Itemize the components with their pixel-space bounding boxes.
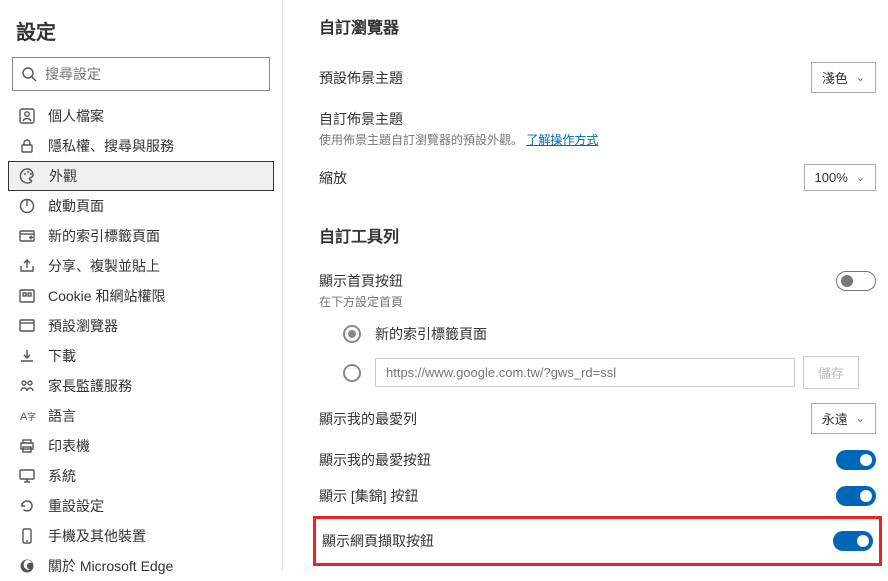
nav-label: 新的索引標籤頁面 xyxy=(48,226,160,246)
sidebar-item-family[interactable]: 家長監護服務 xyxy=(8,371,274,401)
nav-label: 隱私權、搜尋與服務 xyxy=(48,136,174,156)
favorites-bar-label: 顯示我的最愛列 xyxy=(319,409,417,429)
sidebar-item-downloads[interactable]: 下載 xyxy=(8,341,274,371)
learn-more-link[interactable]: 了解操作方式 xyxy=(526,133,598,147)
collections-btn-toggle[interactable] xyxy=(836,486,876,506)
sidebar-item-language[interactable]: A字 語言 xyxy=(8,401,274,431)
favorites-btn-label: 顯示我的最愛按鈕 xyxy=(319,450,431,470)
nav-label: 語言 xyxy=(48,406,76,426)
favorites-bar-select[interactable]: 永遠 ⌄ xyxy=(811,403,876,434)
row-favorites-bar: 顯示我的最愛列 永遠 ⌄ xyxy=(319,395,876,442)
sidebar-item-appearance[interactable]: 外觀 xyxy=(8,161,274,191)
power-icon xyxy=(18,197,36,215)
reset-icon xyxy=(18,497,36,515)
row-collections-btn: 顯示 [集錦] 按鈕 xyxy=(319,478,876,514)
sidebar-item-about[interactable]: 關於 Microsoft Edge xyxy=(8,551,274,581)
sidebar-nav: 個人檔案 隱私權、搜尋與服務 外觀 啟動頁面 新的索引標籤頁面 分享、複製並貼上 xyxy=(8,101,274,581)
highlight-capture: 顯示網頁擷取按鈕 xyxy=(313,516,882,566)
language-icon: A字 xyxy=(18,407,36,425)
radio-new-tab-label: 新的索引標籤頁面 xyxy=(375,324,487,344)
sidebar-item-profile[interactable]: 個人檔案 xyxy=(8,101,274,131)
chevron-down-icon: ⌄ xyxy=(856,71,865,84)
row-home-button: 顯示首頁按鈕 在下方設定首頁 xyxy=(319,263,876,318)
sidebar-item-newtab[interactable]: 新的索引標籤頁面 xyxy=(8,221,274,251)
sidebar-item-printer[interactable]: 印表機 xyxy=(8,431,274,461)
download-icon xyxy=(18,347,36,365)
favorites-btn-toggle[interactable] xyxy=(836,450,876,470)
newtab-icon xyxy=(18,227,36,245)
collections-btn-label: 顯示 [集錦] 按鈕 xyxy=(319,486,419,506)
search-input[interactable] xyxy=(45,66,261,82)
sidebar-item-startup[interactable]: 啟動頁面 xyxy=(8,191,274,221)
nav-label: Cookie 和網站權限 xyxy=(48,286,165,306)
sidebar-item-devices[interactable]: 手機及其他裝置 xyxy=(8,521,274,551)
main-content: 自訂瀏覽器 預設佈景主題 淺色 ⌄ 自訂佈景主題 使用佈景主題自訂瀏覽器的預設外… xyxy=(283,0,888,570)
home-button-label: 顯示首頁按鈕 xyxy=(319,271,403,291)
share-icon xyxy=(18,257,36,275)
capture-btn-toggle[interactable] xyxy=(833,531,873,551)
sidebar-item-cookies[interactable]: Cookie 和網站權限 xyxy=(8,281,274,311)
svg-text:字: 字 xyxy=(27,411,36,422)
radio-url-row: 儲存 xyxy=(319,350,876,395)
nav-label: 重設設定 xyxy=(48,496,104,516)
section-customize-toolbar-title: 自訂工具列 xyxy=(319,223,876,247)
profile-icon xyxy=(18,107,36,125)
nav-label: 關於 Microsoft Edge xyxy=(48,556,173,576)
nav-label: 啟動頁面 xyxy=(48,196,104,216)
chevron-down-icon: ⌄ xyxy=(856,412,865,425)
default-theme-label: 預設佈景主題 xyxy=(319,68,403,88)
sidebar-item-reset[interactable]: 重設設定 xyxy=(8,491,274,521)
cookies-icon xyxy=(18,287,36,305)
printer-icon xyxy=(18,437,36,455)
capture-btn-label: 顯示網頁擷取按鈕 xyxy=(322,531,434,551)
system-icon xyxy=(18,467,36,485)
nav-label: 下載 xyxy=(48,346,76,366)
nav-label: 系統 xyxy=(48,466,76,486)
search-box[interactable] xyxy=(12,57,270,91)
home-button-sub: 在下方設定首頁 xyxy=(319,293,403,310)
nav-label: 手機及其他裝置 xyxy=(48,526,146,546)
row-zoom: 縮放 100% ⌄ xyxy=(319,156,876,199)
row-default-theme: 預設佈景主題 淺色 ⌄ xyxy=(319,54,876,101)
nav-label: 印表機 xyxy=(48,436,90,456)
palette-icon xyxy=(19,167,37,185)
custom-theme-sub: 使用佈景主題自訂瀏覽器的預設外觀。 了解操作方式 xyxy=(319,131,598,148)
row-favorites-btn: 顯示我的最愛按鈕 xyxy=(319,442,876,478)
sidebar-item-default-browser[interactable]: 預設瀏覽器 xyxy=(8,311,274,341)
nav-label: 分享、複製並貼上 xyxy=(48,256,160,276)
radio-url[interactable] xyxy=(343,364,361,382)
nav-label: 外觀 xyxy=(49,166,77,186)
zoom-label: 縮放 xyxy=(319,168,347,188)
nav-label: 家長監護服務 xyxy=(48,376,132,396)
row-custom-theme: 自訂佈景主題 使用佈景主題自訂瀏覽器的預設外觀。 了解操作方式 xyxy=(319,101,876,156)
default-theme-select[interactable]: 淺色 ⌄ xyxy=(811,62,876,93)
homepage-url-input[interactable] xyxy=(375,358,795,387)
radio-new-tab-row: 新的索引標籤頁面 xyxy=(319,318,876,350)
nav-label: 預設瀏覽器 xyxy=(48,316,118,336)
row-capture-btn: 顯示網頁擷取按鈕 xyxy=(322,523,873,559)
edge-icon xyxy=(18,557,36,575)
family-icon xyxy=(18,377,36,395)
home-button-toggle[interactable] xyxy=(836,271,876,291)
sidebar-item-privacy[interactable]: 隱私權、搜尋與服務 xyxy=(8,131,274,161)
chevron-down-icon: ⌄ xyxy=(856,171,865,184)
sidebar-title: 設定 xyxy=(8,12,274,57)
sidebar-item-system[interactable]: 系統 xyxy=(8,461,274,491)
save-button[interactable]: 儲存 xyxy=(803,356,859,389)
settings-sidebar: 設定 個人檔案 隱私權、搜尋與服務 外觀 啟動頁面 xyxy=(0,0,283,570)
search-icon xyxy=(21,66,37,82)
zoom-select[interactable]: 100% ⌄ xyxy=(804,164,876,191)
custom-theme-label: 自訂佈景主題 xyxy=(319,109,598,129)
phone-icon xyxy=(18,527,36,545)
browser-icon xyxy=(18,317,36,335)
nav-label: 個人檔案 xyxy=(48,106,104,126)
radio-new-tab[interactable] xyxy=(343,325,361,343)
sidebar-item-share[interactable]: 分享、複製並貼上 xyxy=(8,251,274,281)
lock-icon xyxy=(18,137,36,155)
section-customize-browser-title: 自訂瀏覽器 xyxy=(319,14,876,38)
